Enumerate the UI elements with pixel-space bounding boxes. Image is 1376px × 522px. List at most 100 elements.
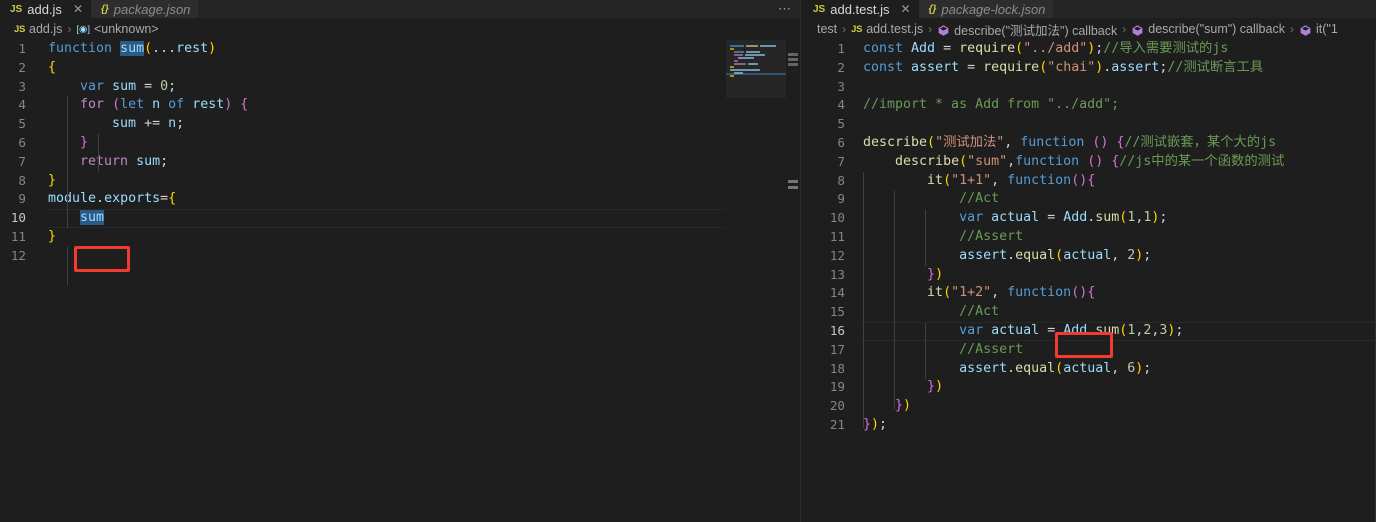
line-number: 3	[837, 78, 845, 94]
line-content: function sum(...rest)	[48, 41, 217, 56]
code-line: 15 //Act	[803, 303, 1376, 322]
breadcrumb-item-folder[interactable]: test	[817, 22, 837, 36]
code-editor-left[interactable]: 1 function sum(...rest) 2 { 3 var sum = …	[0, 40, 800, 522]
line-content: for (let n of rest) {	[80, 97, 249, 113]
code-line: 8 it("1+1", function(){	[803, 172, 1376, 191]
code-line: 12 assert.equal(actual, 2);	[803, 247, 1376, 266]
overview-decoration	[788, 53, 798, 56]
code-line: 3 var sum = 0;	[0, 78, 800, 97]
breadcrumb-item-file[interactable]: JS add.test.js	[851, 22, 923, 36]
breadcrumb-item-symbol[interactable]: [◉] <unknown>	[76, 22, 158, 36]
overview-ruler-left[interactable]	[786, 40, 800, 522]
line-number: 4	[837, 97, 845, 113]
line-content: const Add = require("../add");//导入需要测试的j…	[863, 41, 1229, 56]
code-line: 21 });	[803, 416, 1376, 435]
line-number: 5	[837, 116, 845, 132]
code-line: 19 })	[803, 378, 1376, 397]
code-line: 7 return sum;	[0, 153, 800, 172]
line-content: }	[48, 172, 57, 188]
js-file-icon: JS	[10, 3, 23, 15]
chevron-right-icon: ›	[67, 22, 72, 36]
tab-add-js[interactable]: JS add.js ✕	[0, 0, 91, 18]
line-number: 12	[10, 247, 26, 263]
breadcrumb-right: test › JS add.test.js › describe("测试加法")…	[803, 18, 1376, 40]
code-line: 18 assert.equal(actual, 6);	[803, 360, 1376, 379]
breadcrumb-left: JS add.js › [◉] <unknown>	[0, 18, 800, 40]
line-content: describe("测试加法", function () {//测试嵌套，某个大…	[863, 134, 1277, 150]
tab-label: package-lock.json	[941, 1, 1046, 17]
line-content: it("1+2", function(){	[927, 285, 1096, 301]
line-content: //Assert	[959, 341, 1024, 357]
line-content: })	[927, 379, 944, 395]
chevron-right-icon: ›	[1122, 22, 1127, 36]
code-line: 5	[803, 115, 1376, 134]
line-number: 14	[829, 285, 845, 301]
code-line: 11 }	[0, 228, 800, 247]
line-number: 7	[18, 153, 26, 169]
line-number: 13	[829, 266, 845, 282]
line-content: assert.equal(actual, 2);	[959, 247, 1152, 263]
close-icon[interactable]: ✕	[901, 2, 911, 16]
json-file-icon: {}	[928, 3, 937, 15]
code-line: 5 sum += n;	[0, 115, 800, 134]
line-number: 2	[18, 59, 26, 75]
indent-guide	[863, 172, 864, 428]
line-number: 15	[829, 304, 845, 320]
code-line-current: 10 sum	[0, 209, 800, 228]
line-number: 18	[829, 360, 845, 376]
breadcrumb-label: add.test.js	[866, 22, 924, 36]
code-line: 9 //Act	[803, 190, 1376, 209]
overview-decoration	[788, 63, 798, 66]
editor-more-actions-button[interactable]: ⋯	[778, 0, 792, 18]
indent-guide	[98, 134, 99, 172]
breadcrumb-item-it[interactable]: it("1	[1299, 22, 1338, 36]
code-editor-right[interactable]: 1 const Add = require("../add");//导入需要测试…	[803, 40, 1376, 522]
line-number: 3	[18, 78, 26, 94]
breadcrumb-item-file[interactable]: JS add.js	[14, 22, 62, 36]
code-line-current: 16 var actual = Add.sum(1,2,3);	[803, 321, 1376, 341]
code-line: 8 }	[0, 172, 800, 191]
chevron-right-icon: ›	[928, 22, 933, 36]
line-content: //import * as Add from "../add";	[863, 97, 1120, 113]
line-content: //Act	[959, 304, 1000, 320]
chevron-right-icon: ›	[1289, 22, 1294, 36]
breadcrumb-label: add.js	[29, 22, 63, 36]
line-number: 6	[837, 134, 845, 150]
breadcrumb-label: <unknown>	[93, 22, 159, 36]
close-icon[interactable]: ✕	[73, 2, 83, 16]
code-line: 3	[803, 78, 1376, 97]
tab-add-test-js[interactable]: JS add.test.js ✕	[803, 0, 919, 18]
tab-label: package.json	[113, 1, 191, 17]
tab-package-json[interactable]: {} package.json	[91, 0, 199, 18]
line-number: 10	[10, 210, 26, 226]
line-content: {	[48, 59, 57, 75]
line-content: return sum;	[80, 153, 169, 169]
line-content: var sum = 0;	[80, 78, 177, 94]
tab-package-lock-json[interactable]: {} package-lock.json	[918, 0, 1054, 18]
tab-label: add.js	[27, 1, 62, 17]
breadcrumb-label: describe("sum") callback	[1148, 22, 1285, 36]
line-number: 8	[18, 172, 26, 188]
tab-label: add.test.js	[830, 1, 890, 17]
line-content: var actual = Add.sum(1,2,3);	[959, 322, 1184, 338]
minimap-left[interactable]	[726, 40, 786, 522]
breadcrumb-item-describe-outer[interactable]: describe("测试加法") callback	[937, 20, 1117, 39]
code-line: 14 it("1+2", function(){	[803, 284, 1376, 303]
line-number: 11	[10, 228, 26, 244]
overview-decoration	[788, 58, 798, 61]
code-line: 6 describe("测试加法", function () {//测试嵌套，某…	[803, 134, 1376, 153]
line-number: 9	[18, 191, 26, 207]
code-line: 12	[0, 247, 800, 266]
code-line: 4 for (let n of rest) {	[0, 96, 800, 115]
line-content: const assert = require("chai").assert;//…	[863, 59, 1264, 75]
line-number: 1	[837, 41, 845, 56]
breadcrumb-item-describe-inner[interactable]: describe("sum") callback	[1131, 22, 1285, 36]
code-line: 13 })	[803, 266, 1376, 285]
indent-guide	[67, 247, 68, 285]
line-content: });	[863, 416, 888, 432]
line-number: 7	[837, 153, 845, 169]
indent-guide	[894, 191, 895, 409]
code-line: 11 //Assert	[803, 228, 1376, 247]
line-number: 2	[837, 59, 845, 75]
editor-group-right: JS add.test.js ✕ {} package-lock.json te…	[803, 0, 1376, 522]
